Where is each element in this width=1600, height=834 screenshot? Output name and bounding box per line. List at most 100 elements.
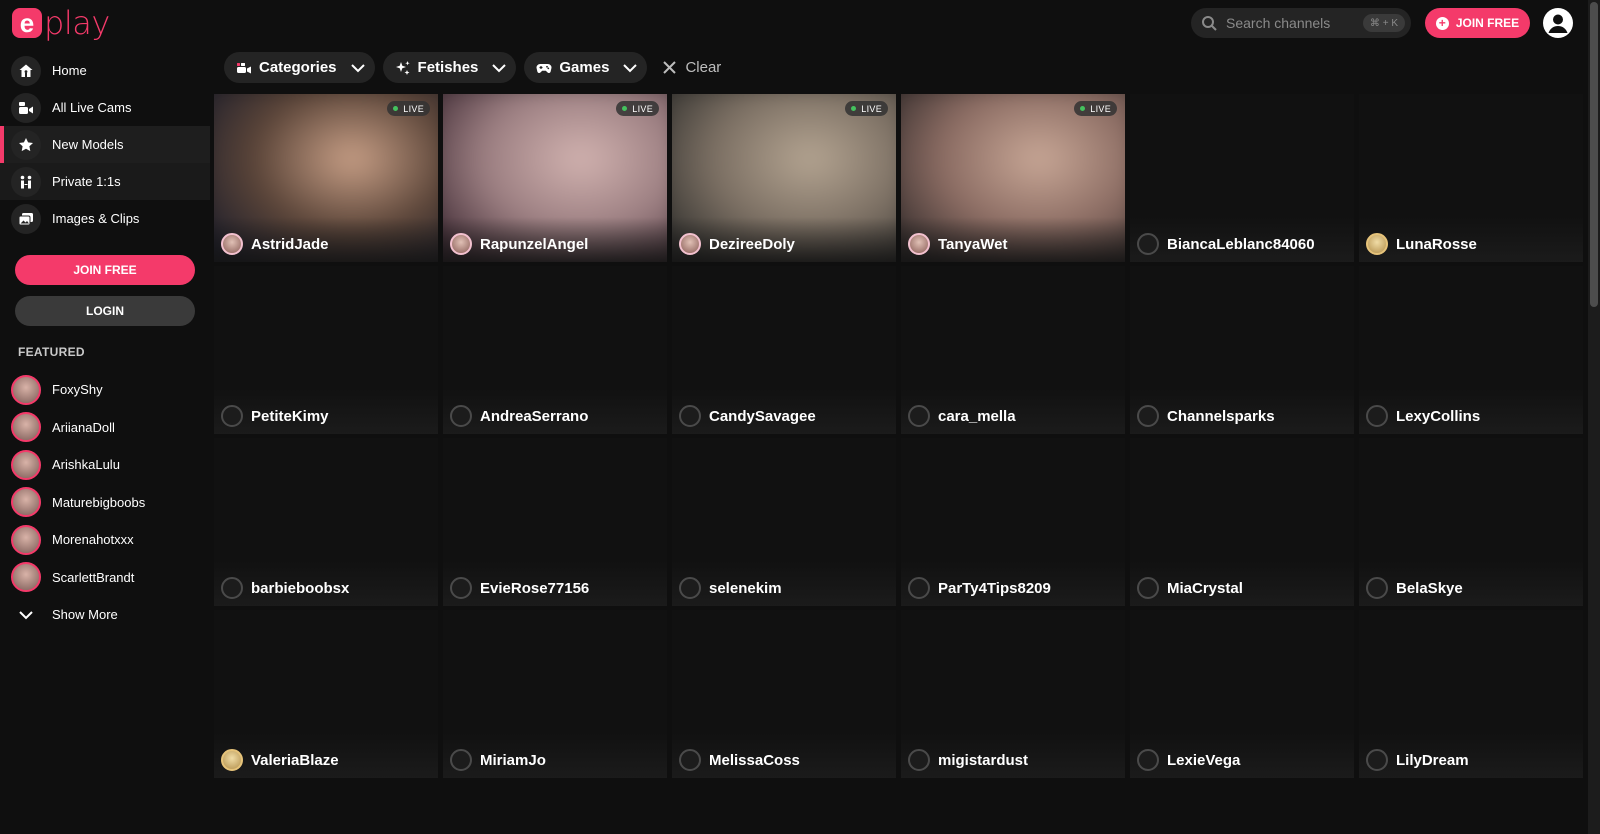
avatar — [1137, 405, 1159, 427]
channel-card[interactable]: barbieboobsx — [214, 438, 438, 606]
channel-name: LilyDream — [1396, 751, 1469, 769]
channel-card[interactable]: PetiteKimy — [214, 266, 438, 434]
avatar — [221, 405, 243, 427]
channel-name: LunaRosse — [1396, 235, 1477, 253]
card-footer: BelaSkye — [1366, 577, 1463, 599]
channel-card[interactable]: LunaRosse — [1359, 94, 1583, 262]
channel-card[interactable]: MelissaCoss — [672, 610, 896, 778]
eplay-logo[interactable]: e play — [12, 6, 110, 40]
sidebar-nav: Home All Live Cams New Models Private 1:… — [0, 52, 210, 237]
channel-card[interactable]: LIVE AstridJade — [214, 94, 438, 262]
featured-item[interactable]: AriianaDoll — [0, 409, 210, 447]
sidebar-item-new-models[interactable]: New Models — [0, 126, 210, 163]
channel-card[interactable]: AndreaSerrano — [443, 266, 667, 434]
featured-item[interactable]: ScarlettBrandt — [0, 559, 210, 597]
channel-card[interactable]: MiriamJo — [443, 610, 667, 778]
avatar — [679, 405, 701, 427]
sidebar-item-images-clips[interactable]: Images & Clips — [0, 200, 210, 237]
channel-name: BelaSkye — [1396, 579, 1463, 597]
featured-item[interactable]: Morenahotxxx — [0, 521, 210, 559]
close-icon — [663, 61, 677, 74]
channel-name: MiriamJo — [480, 751, 546, 769]
live-dot-icon — [1080, 106, 1086, 111]
featured-item-label: ScarlettBrandt — [52, 569, 135, 585]
avatar — [11, 374, 41, 405]
channel-card[interactable]: EvieRose77156 — [443, 438, 667, 606]
logo-mark: e — [12, 8, 42, 38]
channel-card[interactable]: ParTy4Tips8209 — [901, 438, 1125, 606]
channel-card[interactable]: LIVE TanyaWet — [901, 94, 1125, 262]
categories-dropdown[interactable]: Categories — [224, 52, 375, 83]
card-footer: LunaRosse — [1366, 233, 1477, 255]
live-label: LIVE — [861, 103, 882, 114]
user-account-icon[interactable] — [1543, 8, 1573, 38]
sidebar-item-label: Images & Clips — [52, 211, 140, 226]
fetishes-dropdown[interactable]: Fetishes — [382, 52, 517, 83]
channel-card[interactable]: CandySavagee — [672, 266, 896, 434]
search-icon — [1202, 16, 1217, 31]
sidebar: e play Home All Live Cams New Models Pri… — [0, 0, 210, 834]
channel-name: LexyCollins — [1396, 407, 1481, 425]
plus-circle-icon: + — [1435, 16, 1449, 30]
sidebar-item-home[interactable]: Home — [0, 52, 210, 89]
star-icon — [11, 129, 41, 160]
channel-card[interactable]: LIVE DezireeDoly — [672, 94, 896, 262]
clear-filters-button[interactable]: Clear — [663, 59, 721, 76]
games-label: Games — [559, 59, 610, 76]
header-join-free-button[interactable]: + JOIN FREE — [1425, 8, 1530, 38]
card-footer: AstridJade — [221, 233, 329, 255]
show-more-button[interactable]: Show More — [0, 596, 210, 633]
featured-item[interactable]: Maturebigboobs — [0, 484, 210, 522]
channel-card[interactable]: LexyCollins — [1359, 266, 1583, 434]
channel-card[interactable]: cara_mella — [901, 266, 1125, 434]
featured-item[interactable]: FoxyShy — [0, 371, 210, 409]
avatar — [1137, 577, 1159, 599]
channel-card[interactable]: BiancaLeblanc84060 — [1130, 94, 1354, 262]
games-dropdown[interactable]: Games — [524, 52, 648, 83]
avatar — [221, 577, 243, 599]
page-scrollbar[interactable] — [1588, 0, 1600, 834]
channel-card[interactable]: selenekim — [672, 438, 896, 606]
channel-card[interactable]: migistardust — [901, 610, 1125, 778]
channel-card[interactable]: LilyDream — [1359, 610, 1583, 778]
channel-name: RapunzelAngel — [480, 235, 589, 253]
logo-text: play — [44, 4, 110, 42]
sidebar-item-private[interactable]: Private 1:1s — [0, 163, 210, 200]
card-footer: cara_mella — [908, 405, 1016, 427]
featured-item[interactable]: ArishkaLulu — [0, 446, 210, 484]
card-footer: migistardust — [908, 749, 1028, 771]
sidebar-login-button[interactable]: LOGIN — [15, 296, 195, 326]
channel-card[interactable]: LexieVega — [1130, 610, 1354, 778]
avatar — [1137, 749, 1159, 771]
channel-card[interactable]: MiaCrystal — [1130, 438, 1354, 606]
live-label: LIVE — [632, 103, 653, 114]
home-icon — [11, 55, 41, 86]
channel-card[interactable]: BelaSkye — [1359, 438, 1583, 606]
channel-card[interactable]: Channelsparks — [1130, 266, 1354, 434]
channel-card[interactable]: LIVE RapunzelAngel — [443, 94, 667, 262]
avatar — [908, 577, 930, 599]
avatar — [450, 749, 472, 771]
header-join-free-label: JOIN FREE — [1455, 16, 1520, 30]
live-badge: LIVE — [616, 101, 659, 116]
images-icon — [11, 203, 41, 234]
sidebar-item-label: Private 1:1s — [52, 174, 121, 189]
card-footer: DezireeDoly — [679, 233, 795, 255]
avatar — [450, 405, 472, 427]
channel-card[interactable]: ValeriaBlaze — [214, 610, 438, 778]
channel-name: barbieboobsx — [251, 579, 350, 597]
live-dot-icon — [393, 106, 399, 111]
scrollbar-thumb[interactable] — [1590, 2, 1598, 307]
private-icon — [11, 166, 41, 197]
featured-list: FoxyShy AriianaDoll ArishkaLulu Maturebi… — [0, 371, 210, 633]
chevron-down-icon — [19, 610, 33, 619]
avatar — [908, 405, 930, 427]
chevron-down-icon — [623, 63, 638, 72]
sidebar-item-all-live-cams[interactable]: All Live Cams — [0, 89, 210, 126]
search-input[interactable] — [1226, 15, 1356, 31]
avatar — [1137, 233, 1159, 255]
card-footer: TanyaWet — [908, 233, 1007, 255]
search-box[interactable]: ⌘ + K — [1191, 8, 1411, 38]
sidebar-join-free-button[interactable]: JOIN FREE — [15, 255, 195, 285]
chevron-down-icon — [492, 63, 507, 72]
